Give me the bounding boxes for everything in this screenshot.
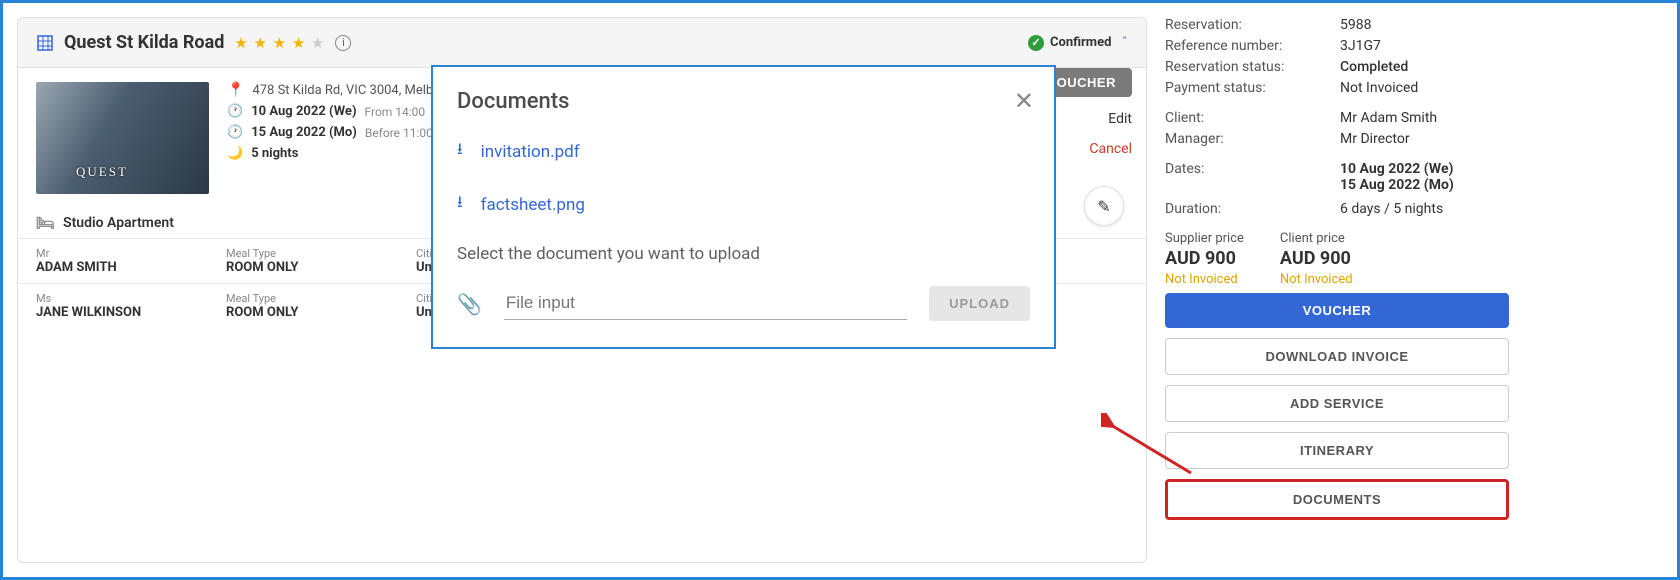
hotel-image: QUEST: [36, 82, 209, 194]
supplier-price-label: Supplier price: [1165, 231, 1244, 246]
hotel-name[interactable]: Quest St Kilda Road: [64, 32, 224, 53]
meal-type-label: Meal Type: [226, 247, 416, 260]
document-item[interactable]: ⭳ invitation.pdf: [457, 138, 1030, 165]
summary-label: Reservation status:: [1165, 59, 1340, 75]
meal-type-label: Meal Type: [226, 292, 416, 305]
document-filename: invitation.pdf: [481, 142, 580, 162]
supplier-price-value: AUD 900: [1165, 248, 1244, 269]
paperclip-icon[interactable]: 📎: [457, 292, 482, 316]
bed-icon: 🛏: [36, 214, 55, 232]
download-icon: ⭳: [457, 138, 463, 165]
checkin-date: 10 Aug 2022 (We): [251, 104, 356, 119]
upload-instruction: Select the document you want to upload: [457, 244, 1030, 264]
summary-label: Client:: [1165, 110, 1340, 126]
summary-label: Manager:: [1165, 131, 1340, 147]
clock-icon: 🕐: [227, 125, 243, 140]
summary-value: 6 days / 5 nights: [1340, 201, 1509, 217]
summary-value: Mr Adam Smith: [1340, 110, 1509, 126]
star-rating: ★ ★ ★ ★ ★: [234, 34, 325, 52]
close-icon[interactable]: ✕: [1014, 87, 1034, 115]
add-service-button[interactable]: ADD SERVICE: [1165, 385, 1509, 422]
client-price-value: AUD 900: [1280, 248, 1353, 269]
status-text: Confirmed: [1050, 35, 1111, 50]
date-in: 10 Aug 2022 (We): [1340, 161, 1453, 177]
summary-value: 3J1G7: [1340, 38, 1509, 54]
guest-name: ADAM SMITH: [36, 260, 226, 275]
checkin-time: From 14:00: [365, 105, 426, 119]
status-badge: ✓ Confirmed: [1028, 35, 1111, 51]
summary-label: Duration:: [1165, 201, 1340, 217]
date-out: 15 Aug 2022 (Mo): [1340, 177, 1454, 193]
collapse-icon[interactable]: ˆ: [1121, 35, 1128, 51]
summary-label: Dates:: [1165, 161, 1340, 193]
checkout-date: 15 Aug 2022 (Mo): [251, 125, 357, 140]
download-invoice-button[interactable]: DOWNLOAD INVOICE: [1165, 338, 1509, 375]
meal-type-value: ROOM ONLY: [226, 305, 416, 320]
client-price-status: Not Invoiced: [1280, 272, 1353, 287]
summary-label: Reservation:: [1165, 17, 1340, 33]
summary-value: 5988: [1340, 17, 1509, 33]
info-icon[interactable]: i: [335, 35, 351, 51]
cancel-link[interactable]: Cancel: [1089, 141, 1132, 157]
hotel-card-header: Quest St Kilda Road ★ ★ ★ ★ ★ i ✓ Confir…: [18, 18, 1146, 68]
pencil-icon: ✎: [1097, 197, 1110, 216]
supplier-price-status: Not Invoiced: [1165, 272, 1244, 287]
checkout-time: Before 11:00: [365, 126, 433, 140]
guest-name: JANE WILKINSON: [36, 305, 226, 320]
moon-icon: 🌙: [227, 146, 243, 161]
client-price-label: Client price: [1280, 231, 1353, 246]
hotel-image-logo: QUEST: [76, 164, 128, 180]
reservation-summary: Reservation:5988 Reference number:3J1G7 …: [1165, 17, 1515, 563]
clock-icon: 🕐: [227, 104, 243, 119]
check-circle-icon: ✓: [1028, 35, 1044, 51]
summary-label: Reference number:: [1165, 38, 1340, 54]
guest-title: Mr: [36, 247, 226, 260]
file-input[interactable]: [504, 287, 907, 320]
document-item[interactable]: ⭳ factsheet.png: [457, 191, 1030, 218]
nights-count: 5 nights: [251, 146, 298, 161]
documents-button[interactable]: DOCUMENTS: [1165, 479, 1509, 520]
modal-title: Documents: [457, 89, 1030, 114]
itinerary-button[interactable]: ITINERARY: [1165, 432, 1509, 469]
upload-button[interactable]: UPLOAD: [929, 286, 1030, 321]
documents-modal: Documents ✕ ⭳ invitation.pdf ⭳ factsheet…: [431, 65, 1056, 349]
download-icon: ⭳: [457, 191, 463, 218]
payment-status-value: Not Invoiced: [1340, 80, 1509, 96]
grid-icon: [36, 34, 54, 52]
summary-value: Mr Director: [1340, 131, 1509, 147]
meal-type-value: ROOM ONLY: [226, 260, 416, 275]
pin-icon: 📍: [227, 82, 244, 98]
reservation-status-value: Completed: [1340, 59, 1509, 75]
voucher-button[interactable]: VOUCHER: [1165, 293, 1509, 328]
edit-fab[interactable]: ✎: [1084, 186, 1124, 226]
document-filename: factsheet.png: [481, 195, 585, 215]
guest-title: Ms: [36, 292, 226, 305]
edit-link[interactable]: Edit: [1108, 111, 1132, 127]
room-type: Studio Apartment: [63, 215, 174, 231]
summary-label: Payment status:: [1165, 80, 1340, 96]
